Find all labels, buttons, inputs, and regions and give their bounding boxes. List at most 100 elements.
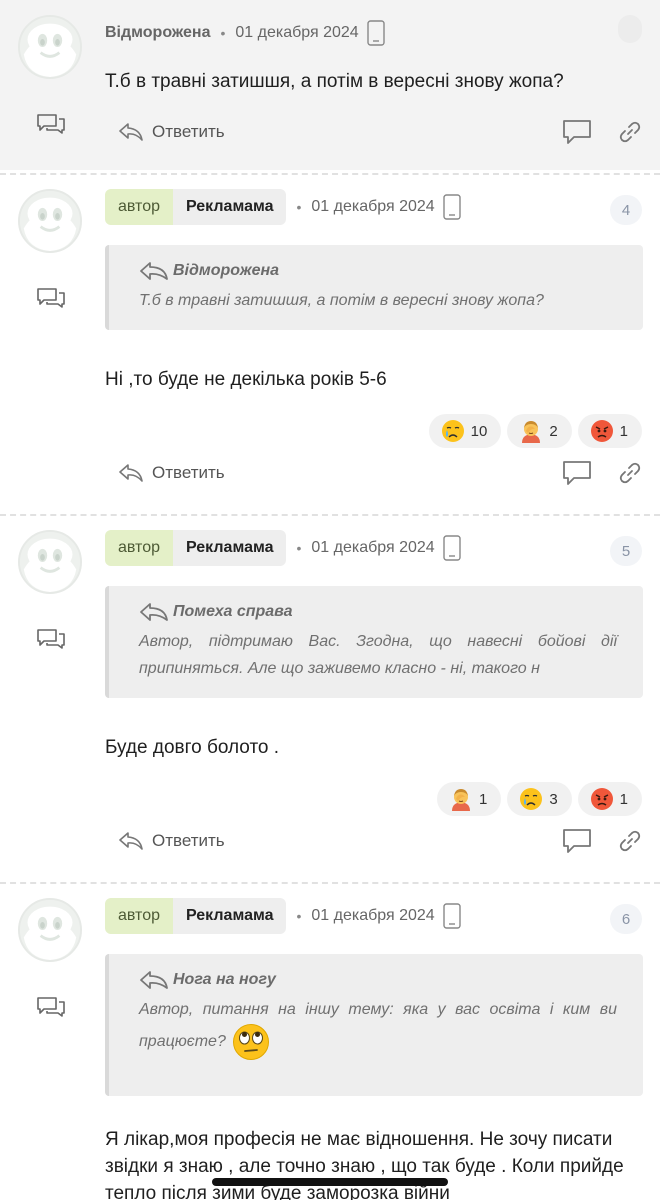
reply-arrow-icon [118, 463, 144, 483]
reply-button[interactable]: Ответить [118, 122, 225, 142]
link-icon[interactable] [618, 829, 642, 853]
face-palm-icon [449, 787, 473, 811]
reactions-bar: 10 2 1 [428, 414, 642, 448]
reaction-count: 1 [619, 422, 628, 440]
comment-actions: Ответить [118, 458, 642, 488]
face-palm-icon [519, 419, 543, 443]
mobile-device-icon [443, 535, 461, 561]
angry-face-icon [590, 787, 614, 811]
quote-text: Т.б в травні затишшя, а потім в вересні … [139, 292, 544, 309]
comment-date: 01 декабря 2024 [311, 907, 435, 924]
replies-icon[interactable] [36, 628, 66, 650]
quote-header: Відморожена [139, 261, 617, 281]
author-chip[interactable]: автор Рекламама [105, 189, 287, 225]
comment-number-badge[interactable]: 4 [610, 195, 642, 225]
crying-face-icon [519, 787, 543, 811]
quote-text: Автор, питання на іншу тему: яка у вас о… [139, 1001, 617, 1051]
comment-text: Я лікар,моя професія не має відношення. … [105, 1129, 624, 1200]
home-indicator [212, 1178, 448, 1186]
comment-card: автор Рекламама • 01 декабря 2024 4 Відм… [0, 175, 660, 513]
author-name: Рекламама [173, 898, 287, 934]
eye-roll-emoji-icon [232, 1023, 270, 1061]
quote-author: Помеха справа [173, 603, 293, 620]
reply-label: Ответить [152, 831, 225, 850]
comment-meta: автор Рекламама • 01 декабря 2024 [105, 189, 461, 225]
comment-bubble-icon[interactable] [562, 460, 592, 486]
avatar[interactable] [18, 15, 82, 79]
replies-icon[interactable] [36, 996, 66, 1018]
replies-icon[interactable] [36, 113, 66, 135]
comment-meta: автор Рекламама • 01 декабря 2024 [105, 530, 461, 566]
comment-bubble-icon[interactable] [562, 828, 592, 854]
reply-label: Ответить [152, 122, 225, 141]
quote-text: Автор, підтримаю Вас. Згодна, що навесні… [139, 633, 617, 677]
comment-text: Т.б в травні затишшя, а потім в вересні … [105, 71, 564, 92]
comment-text: Буде довго болото . [105, 737, 280, 758]
comment-date: 01 декабря 2024 [235, 24, 359, 41]
avatar[interactable] [18, 898, 82, 962]
quote-reply-icon [139, 602, 169, 622]
quote-reply-icon [139, 261, 169, 281]
comment-number-badge[interactable]: 5 [610, 536, 642, 566]
comment-text: Ні ,то буде не декілька років 5-6 [105, 369, 387, 390]
comment-card: автор Рекламама • 01 декабря 2024 5 Поме… [0, 516, 660, 882]
mobile-device-icon [443, 194, 461, 220]
comment-card: автор Рекламама • 01 декабря 2024 6 Нога… [0, 884, 660, 1200]
author-badge: автор [105, 189, 173, 225]
reply-arrow-icon [118, 831, 144, 851]
link-icon[interactable] [618, 120, 642, 144]
replies-icon[interactable] [36, 287, 66, 309]
reaction-count: 2 [549, 422, 558, 440]
comment-actions: Ответить [118, 117, 642, 147]
comment-actions: Ответить [118, 826, 642, 856]
author-badge: автор [105, 530, 173, 566]
separator-dot: • [220, 25, 226, 41]
reply-arrow-icon [118, 122, 144, 142]
quote-header: Помеха справа [139, 602, 617, 622]
reaction-count: 3 [549, 790, 558, 808]
reactions-bar: 1 3 1 [436, 782, 642, 816]
reaction-count: 1 [478, 790, 488, 808]
comment-meta: автор Рекламама • 01 декабря 2024 [105, 898, 461, 934]
separator-dot: • [296, 908, 302, 924]
mobile-device-icon [367, 20, 385, 46]
comment-number-badge[interactable]: 6 [610, 904, 642, 934]
author-name[interactable]: Відморожена [105, 24, 210, 42]
reaction-angry[interactable]: 1 [577, 414, 642, 448]
comment-meta: Відморожена • 01 декабря 2024 [105, 15, 385, 51]
mobile-device-icon [443, 903, 461, 929]
comment-number-badge [618, 15, 642, 43]
reaction-crying[interactable]: 10 [428, 414, 502, 448]
avatar[interactable] [18, 189, 82, 253]
author-badge: автор [105, 898, 173, 934]
author-chip[interactable]: автор Рекламама [105, 530, 287, 566]
reaction-crying[interactable]: 3 [507, 782, 572, 816]
quote-author: Нога на ногу [173, 971, 276, 988]
reaction-count: 10 [470, 422, 488, 440]
author-name: Рекламама [173, 189, 287, 225]
reaction-facepalm[interactable]: 2 [507, 414, 572, 448]
crying-face-icon [441, 419, 465, 443]
reaction-angry[interactable]: 1 [577, 782, 642, 816]
angry-face-icon [590, 419, 614, 443]
reaction-count: 1 [619, 790, 628, 808]
quote-text-wrap: Автор, питання на іншу тему: яка у вас о… [139, 996, 617, 1061]
quoted-comment[interactable]: Помеха справа Автор, підтримаю Вас. Згод… [105, 586, 643, 698]
link-icon[interactable] [618, 461, 642, 485]
separator-dot: • [296, 199, 302, 215]
reaction-facepalm[interactable]: 1 [436, 782, 502, 816]
comment-date: 01 декабря 2024 [311, 539, 435, 556]
author-name: Рекламама [173, 530, 287, 566]
comment-date: 01 декабря 2024 [311, 198, 435, 215]
comment-card: Відморожена • 01 декабря 2024 Т.б в трав… [0, 0, 660, 170]
author-chip[interactable]: автор Рекламама [105, 898, 287, 934]
quoted-comment[interactable]: Нога на ногу Автор, питання на іншу тему… [105, 954, 643, 1096]
quoted-comment[interactable]: Відморожена Т.б в травні затишшя, а поті… [105, 245, 643, 330]
reply-button[interactable]: Ответить [118, 463, 225, 483]
comment-bubble-icon[interactable] [562, 119, 592, 145]
quote-author: Відморожена [173, 262, 280, 279]
reply-button[interactable]: Ответить [118, 831, 225, 851]
avatar[interactable] [18, 530, 82, 594]
separator-dot: • [296, 540, 302, 556]
quote-header: Нога на ногу [139, 970, 617, 990]
